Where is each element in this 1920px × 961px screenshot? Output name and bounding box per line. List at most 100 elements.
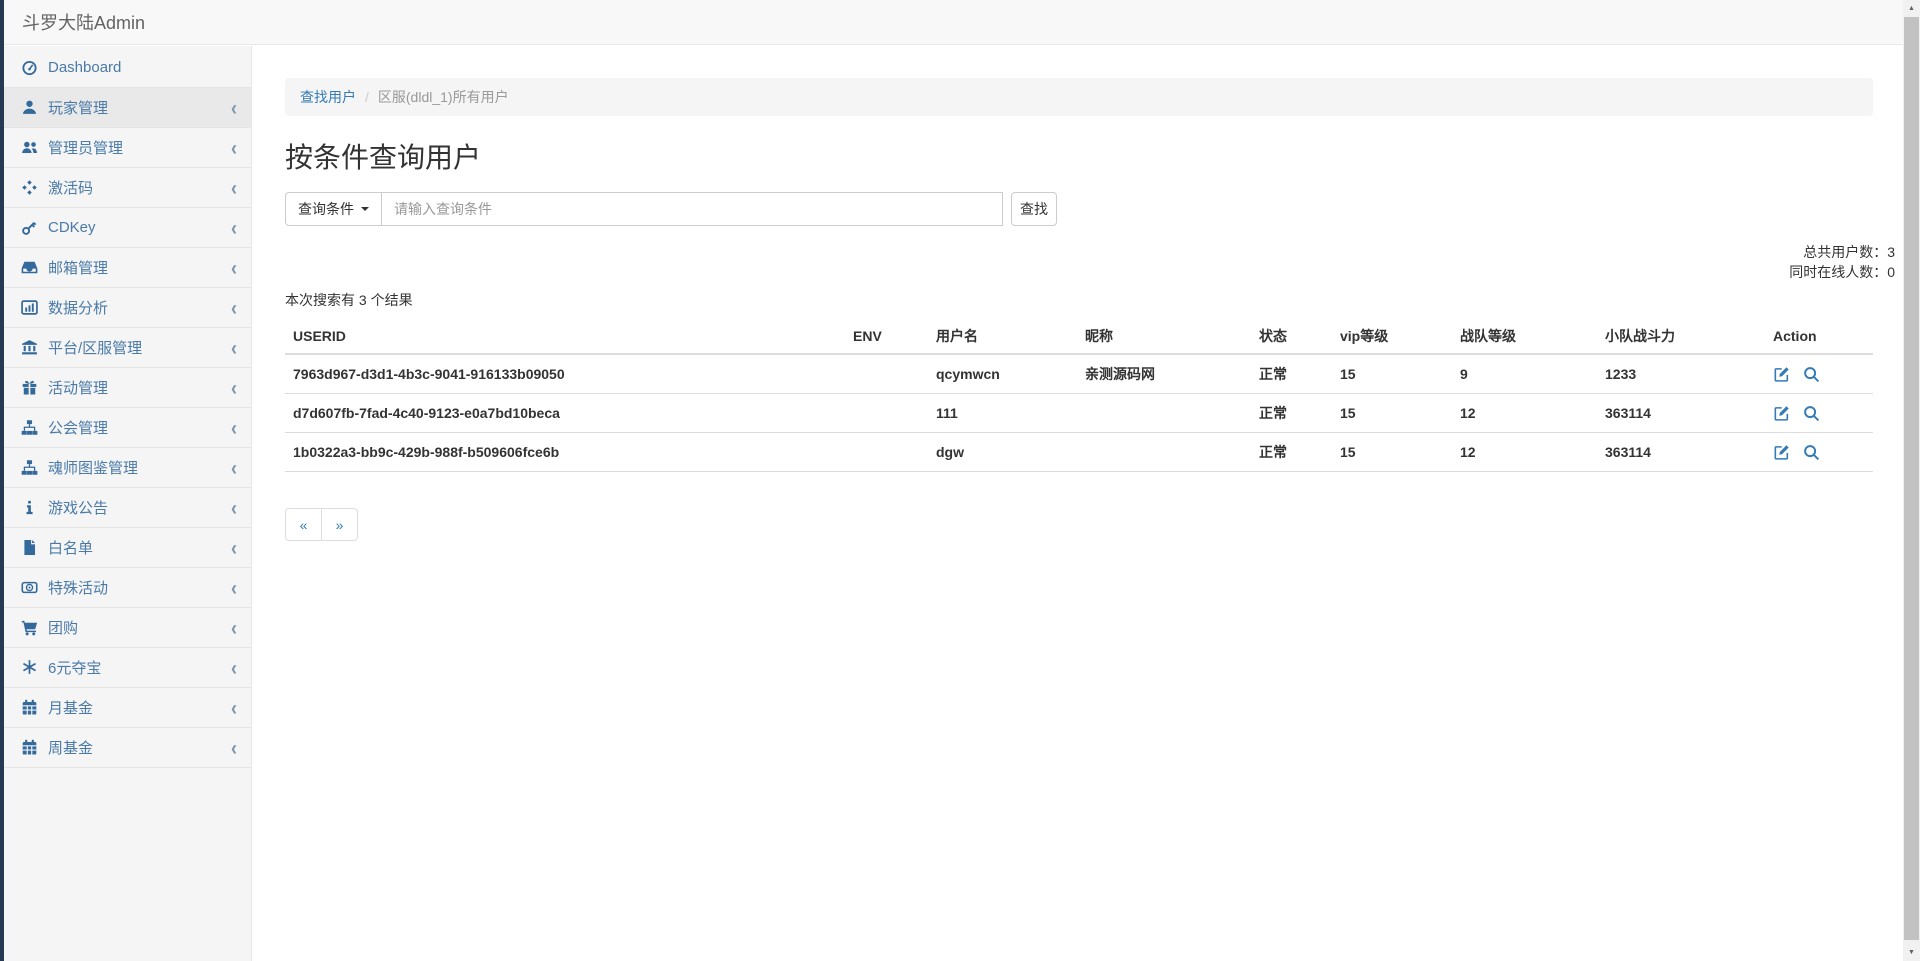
sidebar-item-whitelist[interactable]: 白名单 ‹ xyxy=(0,528,251,568)
cell-userid: 1b0322a3-bb9c-429b-988f-b509606fce6b xyxy=(285,433,845,472)
query-condition-dropdown[interactable]: 查询条件 xyxy=(285,192,382,226)
cell-username: qcymwcn xyxy=(928,354,1077,394)
sidebar-item-data-analysis[interactable]: 数据分析 ‹ xyxy=(0,288,251,328)
pagination-next-button[interactable]: » xyxy=(321,508,358,541)
chevron-left-icon: ‹ xyxy=(231,377,237,399)
sidebar-item-mailbox-management[interactable]: 邮箱管理 ‹ xyxy=(0,248,251,288)
cell-userid: 7963d967-d3d1-4b3c-9041-916133b09050 xyxy=(285,354,845,394)
sidebar-item-admin-management[interactable]: 管理员管理 ‹ xyxy=(0,128,251,168)
sidebar-item-special-activity[interactable]: 特殊活动 ‹ xyxy=(0,568,251,608)
scrollbar-thumb[interactable] xyxy=(1904,17,1919,940)
chevron-left-icon: ‹ xyxy=(231,337,237,359)
sidebar-accent-strip xyxy=(0,0,4,961)
sidebar-item-activation-code[interactable]: 激活码 ‹ xyxy=(0,168,251,208)
sidebar-item-label: 平台/区服管理 xyxy=(48,337,142,358)
column-header: 小队战斗力 xyxy=(1597,319,1765,354)
sidebar-item-platform-server-management[interactable]: 平台/区服管理 ‹ xyxy=(0,328,251,368)
sidebar-item-group-buy[interactable]: 团购 ‹ xyxy=(0,608,251,648)
sidebar-item-label: 魂师图鉴管理 xyxy=(48,457,138,478)
cell-squad-power: 363114 xyxy=(1597,433,1765,472)
sidebar-item-soul-master-gallery[interactable]: 魂师图鉴管理 ‹ xyxy=(0,448,251,488)
sidebar-item-cdkey[interactable]: CDKey ‹ xyxy=(0,208,251,248)
edit-icon[interactable] xyxy=(1773,444,1790,461)
sitemap-icon xyxy=(21,419,38,436)
app-root: 斗罗大陆Admin Dashboard 玩家管理 ‹ 管理员管理 ‹ 激活码 ‹… xyxy=(0,0,1920,961)
dashboard-icon xyxy=(21,59,38,76)
sidebar-item-label: 公会管理 xyxy=(48,417,108,438)
sidebar-item-game-announcement[interactable]: 游戏公告 ‹ xyxy=(0,488,251,528)
caret-down-icon xyxy=(361,207,369,211)
sidebar-item-label: 白名单 xyxy=(48,537,93,558)
sidebar-item-label: 月基金 xyxy=(48,697,93,718)
user-stats: 总共用户数：3 同时在线人数：0 xyxy=(285,242,1895,282)
cell-env xyxy=(845,394,928,433)
sidebar-item-guild-management[interactable]: 公会管理 ‹ xyxy=(0,408,251,448)
column-header: 战队等级 xyxy=(1452,319,1597,354)
cell-team-level: 12 xyxy=(1452,433,1597,472)
breadcrumb-separator: / xyxy=(365,89,369,105)
cell-vip-level: 15 xyxy=(1332,354,1452,394)
breadcrumb-link-find-user[interactable]: 查找用户 xyxy=(300,87,356,107)
cell-env xyxy=(845,433,928,472)
edit-icon[interactable] xyxy=(1773,366,1790,383)
calendar-icon xyxy=(21,699,38,716)
edit-icon[interactable] xyxy=(1773,405,1790,422)
user-table: USERIDENV用户名昵称状态vip等级战队等级小队战斗力Action 796… xyxy=(285,319,1873,472)
search-icon[interactable] xyxy=(1803,366,1820,383)
column-header: 状态 xyxy=(1251,319,1332,354)
scrollbar-down-arrow[interactable]: ▼ xyxy=(1903,944,1920,961)
sidebar-item-label: 玩家管理 xyxy=(48,97,108,118)
cell-userid: d7d607fb-7fad-4c40-9123-e0a7bd10beca xyxy=(285,394,845,433)
sitemap-icon xyxy=(21,459,38,476)
sidebar-item-weekly-fund[interactable]: 周基金 ‹ xyxy=(0,728,251,768)
sidebar-item-monthly-fund[interactable]: 月基金 ‹ xyxy=(0,688,251,728)
sidebar-item-label: 激活码 xyxy=(48,177,93,198)
cell-team-level: 12 xyxy=(1452,394,1597,433)
cell-status: 正常 xyxy=(1251,433,1332,472)
page-title: 按条件查询用户 xyxy=(285,142,1873,174)
sidebar-item-label: 特殊活动 xyxy=(48,577,108,598)
sidebar-item-label: 6元夺宝 xyxy=(48,657,101,678)
cell-action xyxy=(1765,394,1873,433)
file-icon xyxy=(21,539,38,556)
table-header-row: USERIDENV用户名昵称状态vip等级战队等级小队战斗力Action xyxy=(285,319,1873,354)
chevron-left-icon: ‹ xyxy=(231,617,237,639)
chevron-left-icon: ‹ xyxy=(231,697,237,719)
chevron-left-icon: ‹ xyxy=(231,257,237,279)
sidebar-menu: Dashboard 玩家管理 ‹ 管理员管理 ‹ 激活码 ‹ CDKey ‹ 邮… xyxy=(0,48,251,768)
search-icon[interactable] xyxy=(1803,405,1820,422)
results-summary: 本次搜索有 3 个结果 xyxy=(285,292,1873,309)
table-row: 1b0322a3-bb9c-429b-988f-b509606fce6b dgw… xyxy=(285,433,1873,472)
app-title: 斗罗大陆Admin xyxy=(22,9,145,35)
cell-nickname xyxy=(1077,433,1251,472)
gift-icon xyxy=(21,379,38,396)
scrollbar-up-arrow[interactable]: ▲ xyxy=(1903,0,1920,17)
sidebar-item-label: 游戏公告 xyxy=(48,497,108,518)
chevron-left-icon: ‹ xyxy=(231,657,237,679)
search-button[interactable]: 查找 xyxy=(1011,192,1057,226)
search-icon[interactable] xyxy=(1803,444,1820,461)
sidebar-item-label: 管理员管理 xyxy=(48,137,123,158)
user-icon xyxy=(21,99,38,116)
vertical-scrollbar[interactable]: ▲ ▼ xyxy=(1903,0,1920,961)
sidebar-item-player-management[interactable]: 玩家管理 ‹ xyxy=(0,88,251,128)
cell-status: 正常 xyxy=(1251,354,1332,394)
table-row: 7963d967-d3d1-4b3c-9041-916133b09050 qcy… xyxy=(285,354,1873,394)
top-bar: 斗罗大陆Admin xyxy=(0,0,1903,45)
sidebar-item-activity-management[interactable]: 活动管理 ‹ xyxy=(0,368,251,408)
sidebar-item-six-yuan-treasure[interactable]: 6元夺宝 ‹ xyxy=(0,648,251,688)
bank-icon xyxy=(21,339,38,356)
sidebar: Dashboard 玩家管理 ‹ 管理员管理 ‹ 激活码 ‹ CDKey ‹ 邮… xyxy=(0,46,252,961)
pagination-prev-button[interactable]: « xyxy=(285,508,322,541)
cell-vip-level: 15 xyxy=(1332,394,1452,433)
cell-username: dgw xyxy=(928,433,1077,472)
chevron-left-icon: ‹ xyxy=(231,97,237,119)
search-input[interactable] xyxy=(382,192,1003,226)
asterisk-icon xyxy=(21,659,38,676)
cell-action xyxy=(1765,354,1873,394)
sidebar-item-label: CDKey xyxy=(48,219,96,236)
bar-chart-icon xyxy=(21,299,38,316)
calendar-icon xyxy=(21,739,38,756)
table-row: d7d607fb-7fad-4c40-9123-e0a7bd10beca 111… xyxy=(285,394,1873,433)
sidebar-item-dashboard[interactable]: Dashboard xyxy=(0,48,251,88)
